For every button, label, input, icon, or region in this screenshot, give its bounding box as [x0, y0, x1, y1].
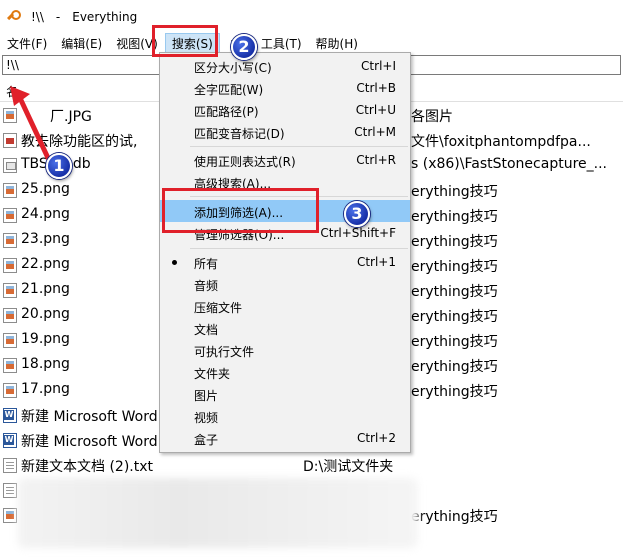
- image-file-icon: [3, 233, 17, 248]
- menu-item-filter-video[interactable]: 视频: [160, 405, 410, 427]
- menu-item-filter-document[interactable]: 文档: [160, 317, 410, 339]
- callout-highlight-add-to-filters: [162, 188, 319, 233]
- result-path: erything技巧: [411, 209, 498, 225]
- menu-item-filter-folder[interactable]: 文件夹: [160, 361, 410, 383]
- window-title-separator: -: [55, 9, 61, 24]
- result-name: 18.png: [21, 356, 70, 372]
- callout-badge-2: 2: [231, 34, 257, 60]
- result-name: 17.png: [21, 381, 70, 397]
- result-name: 新建文本文档 (2).txt: [21, 459, 153, 475]
- image-file-icon: [3, 383, 17, 398]
- window-title-prefix: !\\: [31, 9, 44, 24]
- result-name: 19.png: [21, 331, 70, 347]
- menu-tools[interactable]: 工具(T): [254, 35, 309, 52]
- menu-item-match-diacritics[interactable]: 匹配变音标记(D) Ctrl+M: [160, 121, 410, 143]
- text-file-icon: [3, 458, 17, 473]
- image-file-icon: [3, 283, 17, 298]
- word-file-icon: [3, 408, 17, 423]
- result-name: 24.png: [21, 206, 70, 222]
- callout-highlight-search-menu: [152, 25, 218, 57]
- menu-item-filter-everything[interactable]: 所有 Ctrl+1: [160, 251, 410, 273]
- result-path: erything技巧: [411, 259, 498, 275]
- callout-badge-1: 1: [46, 153, 72, 179]
- result-path: erything技巧: [411, 384, 498, 400]
- menu-item-match-path[interactable]: 匹配路径(P) Ctrl+U: [160, 99, 410, 121]
- image-file-icon: [3, 208, 17, 223]
- menu-item-filter-box[interactable]: 盒子 Ctrl+2: [160, 427, 410, 449]
- result-name: 23.png: [21, 231, 70, 247]
- result-path: s (x86)\FastStonecapture_...: [411, 156, 607, 172]
- result-path: erything技巧: [411, 359, 498, 375]
- result-path: D:\测试文件夹: [303, 459, 394, 475]
- result-path: erything技巧: [411, 509, 498, 525]
- status-bar: [0, 544, 623, 557]
- menu-item-whole-word[interactable]: 全字匹配(W) Ctrl+B: [160, 77, 410, 99]
- menu-edit[interactable]: 编辑(E): [54, 35, 109, 52]
- result-name: 新建 Microsoft Word: [21, 434, 158, 450]
- image-file-icon: [3, 308, 17, 323]
- menu-bar: 文件(F) 编辑(E) 视图(V) 搜索(S) 书 工具(T) 帮助(H): [0, 32, 623, 54]
- result-path: erything技巧: [411, 284, 498, 300]
- result-path: 各图片: [411, 109, 453, 125]
- title-bar: !\\ - Everything: [0, 0, 623, 33]
- everything-search-icon: [7, 9, 21, 24]
- callout-badge-3: 3: [344, 201, 370, 227]
- menu-help[interactable]: 帮助(H): [309, 35, 365, 52]
- menu-file[interactable]: 文件(F): [0, 35, 54, 52]
- menu-item-match-case[interactable]: 区分大小写(C) Ctrl+I: [160, 55, 410, 77]
- result-path: erything技巧: [411, 334, 498, 350]
- result-name: 20.png: [21, 306, 70, 322]
- image-file-icon: [3, 508, 17, 523]
- image-file-icon: [3, 358, 17, 373]
- result-path: erything技巧: [411, 184, 498, 200]
- menu-item-filter-compressed[interactable]: 压缩文件: [160, 295, 410, 317]
- result-name: 25.png: [21, 181, 70, 197]
- menu-separator: [190, 146, 408, 147]
- menu-item-filter-picture[interactable]: 图片: [160, 383, 410, 405]
- text-file-icon: [3, 483, 17, 498]
- search-menu-dropdown: 区分大小写(C) Ctrl+I 全字匹配(W) Ctrl+B 匹配路径(P) Ctrl…: [159, 52, 411, 453]
- image-file-icon: [3, 333, 17, 348]
- blurred-region: [18, 478, 418, 548]
- menu-item-filter-executable[interactable]: 可执行文件: [160, 339, 410, 361]
- result-row[interactable]: 新建文本文档 (2).txt D:\测试文件夹: [0, 453, 623, 478]
- result-name: 22.png: [21, 256, 70, 272]
- window-title-app: Everything: [72, 9, 138, 24]
- menu-separator: [190, 248, 408, 249]
- result-path: 文件\foxitphantompdfpa...: [411, 134, 591, 150]
- result-path: erything技巧: [411, 309, 498, 325]
- word-file-icon: [3, 433, 17, 448]
- menu-item-filter-audio[interactable]: 音频: [160, 273, 410, 295]
- image-file-icon: [3, 258, 17, 273]
- result-name: 21.png: [21, 281, 70, 297]
- image-file-icon: [3, 183, 17, 198]
- menu-item-regex[interactable]: 使用正则表达式(R) Ctrl+R: [160, 149, 410, 171]
- radio-bullet-icon: [172, 260, 177, 265]
- result-name: 新建 Microsoft Word: [21, 409, 158, 425]
- result-path: erything技巧: [411, 234, 498, 250]
